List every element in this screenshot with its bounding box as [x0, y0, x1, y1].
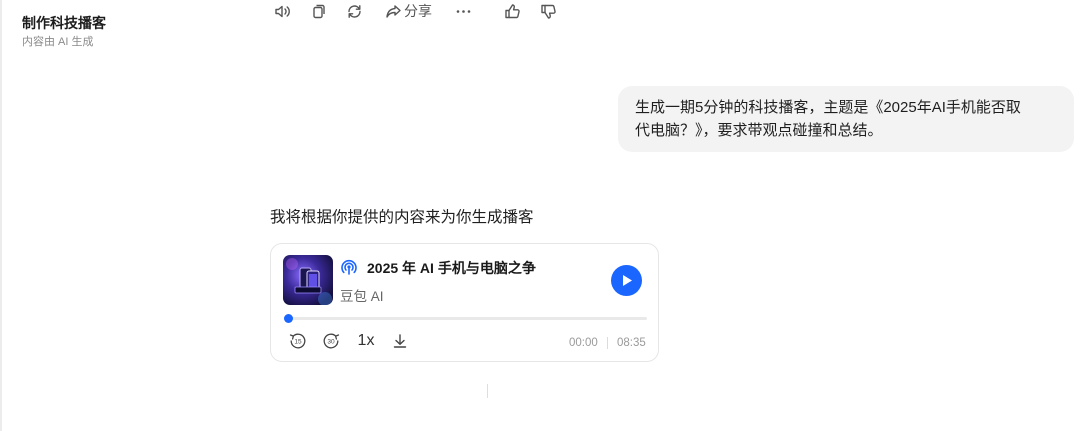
more-options-button[interactable] [455, 0, 472, 22]
copy-icon [310, 3, 326, 20]
assistant-reply-text: 我将根据你提供的内容来为你生成播客 [270, 209, 534, 226]
podcast-cover-image [283, 255, 333, 305]
current-time: 00:00 [569, 337, 598, 349]
download-icon [392, 333, 408, 349]
rewind-15-button[interactable]: 15 [288, 331, 308, 351]
play-icon [621, 274, 633, 287]
podcast-broadcast-icon [340, 259, 358, 277]
podcast-episode-title: 2025 年 AI 手机与电脑之争 [367, 260, 536, 276]
thumbs-down-icon [540, 3, 557, 20]
window-left-border [0, 0, 2, 431]
playback-progress-bar[interactable] [284, 314, 647, 323]
copy-button[interactable] [310, 0, 326, 22]
regenerate-button[interactable] [346, 0, 363, 22]
time-divider [607, 337, 608, 349]
rewind-15-icon: 15 [289, 332, 307, 350]
forward-30-icon: 30 [322, 332, 340, 350]
total-duration: 08:35 [617, 337, 646, 349]
progress-handle[interactable] [284, 314, 293, 323]
podcast-player-card: 2025 年 AI 手机与电脑之争 豆包 AI 15 30 1x 00:00 0… [270, 243, 659, 362]
play-button[interactable] [611, 265, 642, 296]
action-divider [487, 384, 488, 398]
ai-generated-notice: 内容由 AI 生成 [22, 36, 94, 48]
conversation-header: 制作科技播客 内容由 AI 生成 [22, 14, 106, 49]
speaker-icon [274, 3, 291, 20]
podcast-author: 豆包 AI [340, 289, 384, 304]
svg-text:30: 30 [327, 339, 335, 346]
like-button[interactable] [504, 0, 521, 22]
download-button[interactable] [391, 331, 409, 351]
conversation-title: 制作科技播客 [22, 15, 106, 31]
share-button[interactable]: 分享 [385, 0, 432, 22]
more-icon [455, 3, 472, 20]
user-message-line-2: 代电脑？》，要求带观点碰撞和总结。 [635, 122, 883, 139]
user-message-bubble: 生成一期5分钟的科技播客，主题是《2025年AI手机能否取 代电脑？》，要求带观… [618, 86, 1074, 152]
svg-text:15: 15 [294, 339, 302, 346]
share-icon [385, 3, 402, 20]
dislike-button[interactable] [540, 0, 557, 22]
regenerate-icon [346, 3, 363, 20]
playback-speed-button[interactable]: 1x [355, 331, 377, 351]
forward-30-button[interactable]: 30 [321, 331, 341, 351]
share-label: 分享 [404, 3, 432, 19]
read-aloud-button[interactable] [274, 0, 291, 22]
user-message-line-1: 生成一期5分钟的科技播客，主题是《2025年AI手机能否取 [635, 99, 1021, 116]
thumbs-up-icon [504, 3, 521, 20]
